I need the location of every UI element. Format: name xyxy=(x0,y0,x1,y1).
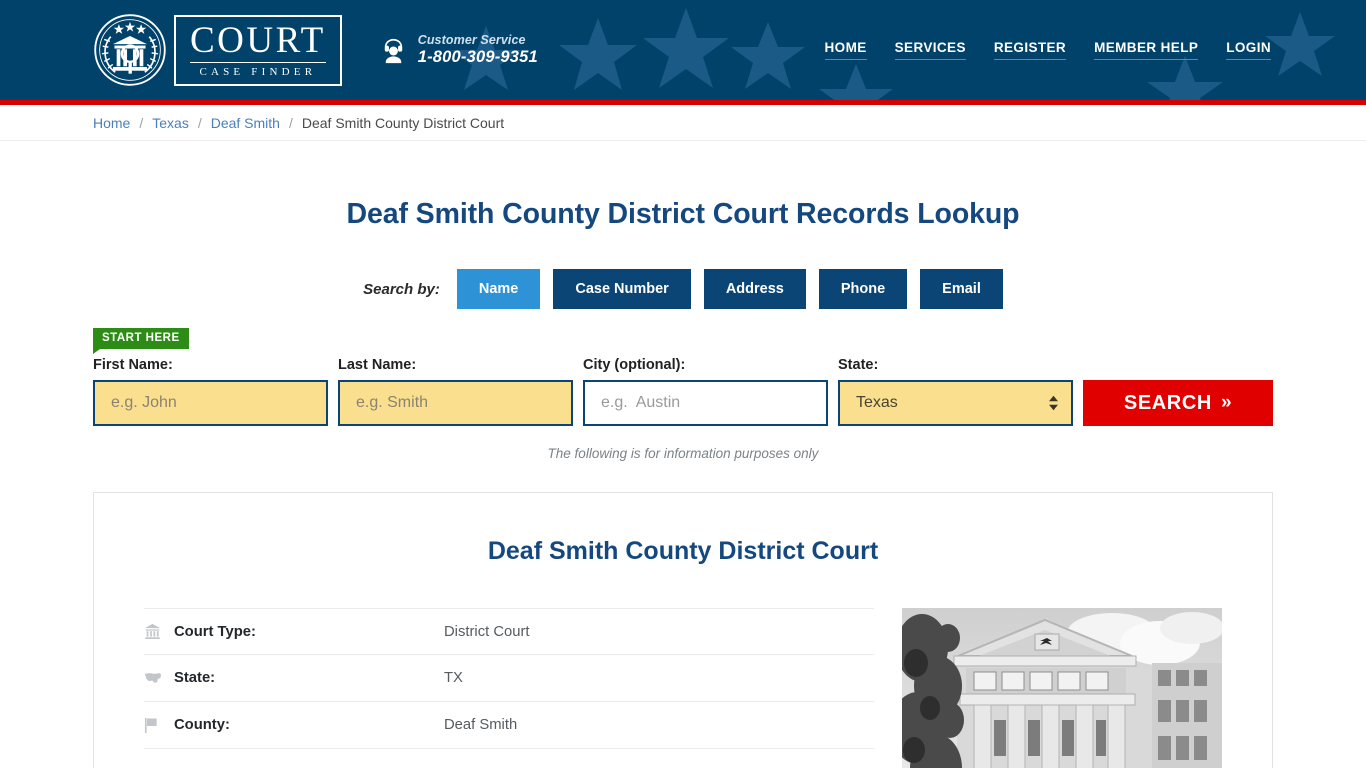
city-input[interactable] xyxy=(583,380,828,426)
customer-service-label: Customer Service xyxy=(417,33,526,48)
tab-email[interactable]: Email xyxy=(920,269,1003,309)
state-select-value: Texas xyxy=(856,394,898,411)
tab-name[interactable]: Name xyxy=(456,269,541,309)
card-title: Deaf Smith County District Court xyxy=(487,537,879,565)
tab-case-number[interactable]: Case Number xyxy=(553,269,691,309)
state-label: State: xyxy=(838,357,879,373)
row-value: District Court xyxy=(444,623,530,640)
table-row: State: TX xyxy=(144,655,874,702)
breadcrumb-bar: Home / Texas / Deaf Smith / Deaf Smith C… xyxy=(0,105,1366,141)
nav-item-login[interactable]: LOGIN xyxy=(1226,40,1271,60)
breadcrumb-separator: / xyxy=(197,115,202,131)
table-row: Court Type: District Court xyxy=(144,608,874,655)
customer-service-phone[interactable]: 1-800-309-9351 xyxy=(418,48,538,67)
field-last-name: Last Name: xyxy=(338,357,573,426)
last-name-input[interactable] xyxy=(338,380,573,426)
search-button-label: SEARCH xyxy=(1123,391,1212,414)
flag-icon xyxy=(144,717,174,734)
first-name-input[interactable] xyxy=(93,380,328,426)
city-label: City (optional): xyxy=(583,357,686,373)
first-name-label: First Name: xyxy=(93,357,173,373)
breadcrumb-separator: / xyxy=(288,115,293,131)
nav-item-home[interactable]: HOME xyxy=(824,40,867,60)
nav-item-member-help[interactable]: MEMBER HELP xyxy=(1094,40,1199,60)
nav-item-register[interactable]: REGISTER xyxy=(993,40,1067,60)
search-form: START HERE First Name: Last Name: City (… xyxy=(93,328,1273,426)
logo-wordmark-main: COURT xyxy=(190,19,326,63)
site-header: COURT CASE FINDER Customer Service 1-800… xyxy=(0,0,1366,100)
search-by-tabs: Search by: Name Case Number Address Phon… xyxy=(93,269,1273,309)
us-map-icon xyxy=(144,671,174,685)
breadcrumb: Home / Texas / Deaf Smith / Deaf Smith C… xyxy=(93,105,1273,141)
breadcrumb-item-current: Deaf Smith County District Court xyxy=(301,115,505,131)
select-chevron-updown-icon xyxy=(1049,395,1058,411)
tab-address[interactable]: Address xyxy=(703,269,806,309)
row-label: Court Type: xyxy=(174,623,256,640)
logo-wordmark: COURT CASE FINDER xyxy=(174,14,342,86)
double-chevron-right-icon: » xyxy=(1220,392,1233,413)
customer-service-block: Customer Service 1-800-309-9351 xyxy=(378,33,538,67)
breadcrumb-item-texas[interactable]: Texas xyxy=(152,115,189,131)
search-by-label: Search by: xyxy=(363,280,440,298)
court-details-table: Court Type: District Court State: TX Cou… xyxy=(144,608,874,768)
row-label: State: xyxy=(174,670,216,686)
main-navigation: HOME SERVICES REGISTER MEMBER HELP LOGIN xyxy=(824,40,1273,60)
breadcrumb-item-home[interactable]: Home xyxy=(93,115,130,131)
table-row: County: Deaf Smith xyxy=(144,702,874,749)
field-state: State: Texas xyxy=(838,357,1073,426)
row-label: County: xyxy=(174,717,230,733)
row-value: Deaf Smith xyxy=(444,717,518,733)
site-logo[interactable]: COURT CASE FINDER xyxy=(93,10,342,90)
page-title: Deaf Smith County District Court Records… xyxy=(346,198,1020,230)
nav-item-services[interactable]: SERVICES xyxy=(894,40,966,60)
headset-support-icon xyxy=(384,38,402,63)
tab-phone[interactable]: Phone xyxy=(818,269,908,309)
state-select[interactable]: Texas xyxy=(838,380,1073,426)
last-name-label: Last Name: xyxy=(338,357,417,373)
court-seal-icon xyxy=(94,14,166,86)
field-city: City (optional): xyxy=(583,357,828,426)
logo-wordmark-sub: CASE FINDER xyxy=(199,65,317,78)
court-details-card: Deaf Smith County District Court Court T… xyxy=(93,492,1273,768)
start-here-badge: START HERE xyxy=(93,328,189,354)
row-value: TX xyxy=(444,670,463,686)
bank-icon xyxy=(144,623,174,640)
main-content: Deaf Smith County District Court Records… xyxy=(93,198,1273,768)
breadcrumb-separator: / xyxy=(139,115,144,131)
courthouse-photo xyxy=(902,608,1222,768)
breadcrumb-item-deaf-smith[interactable]: Deaf Smith xyxy=(211,115,280,131)
search-button[interactable]: SEARCH » xyxy=(1083,380,1273,426)
disclaimer-text: The following is for information purpose… xyxy=(547,446,819,461)
field-first-name: First Name: xyxy=(93,357,328,426)
